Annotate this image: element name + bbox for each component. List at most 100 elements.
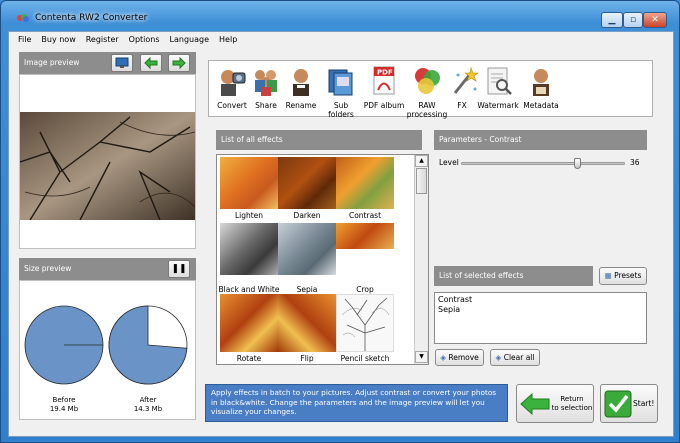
effect-label-black-and-white: Black and White	[218, 285, 280, 294]
monitor-icon	[115, 57, 129, 68]
pause-button[interactable]: ❚❚	[168, 260, 190, 278]
rename-icon	[293, 69, 309, 96]
selected-effects-list[interactable]: Contrast Sepia	[434, 292, 647, 344]
watermark-label: Watermark	[477, 101, 519, 110]
rename-button[interactable]: Rename	[283, 65, 319, 110]
effect-label-flip: Flip	[300, 354, 314, 363]
selected-effect-item[interactable]: Contrast	[438, 295, 643, 305]
parameters-header: Parameters - Contrast	[434, 130, 647, 150]
return-to-selection-button[interactable]: Return to selection	[516, 384, 594, 423]
presets-icon: ▦	[604, 271, 612, 280]
app-window: Contenta RW2 Converter ▁ ▫ ✕ File Buy now…	[0, 0, 680, 443]
effect-thumb-crop[interactable]	[336, 223, 394, 249]
menu-options[interactable]: Options	[124, 32, 165, 47]
after-label: After 14.3 Mb	[133, 396, 163, 413]
rename-label: Rename	[285, 101, 317, 110]
metadata-icon	[533, 69, 549, 96]
slider-thumb[interactable]	[574, 158, 582, 169]
effect-label-crop: Crop	[356, 285, 374, 294]
share-button[interactable]: Share	[250, 65, 282, 110]
effect-thumb-black-and-white[interactable]	[220, 223, 278, 275]
client-area: File Buy now Register Options Language Help I…	[8, 31, 674, 437]
effect-thumb-lighten[interactable]	[220, 157, 278, 209]
pdf-album-label: PDF album	[363, 101, 405, 110]
image-preview-area	[19, 74, 196, 249]
slider-track	[461, 162, 625, 165]
info-box: Apply effects in batch to your pictures.…	[205, 384, 508, 422]
size-preview-area: Before 19.4 Mb After 14.3 Mb	[19, 280, 196, 420]
level-slider[interactable]	[461, 158, 625, 169]
arrow-right-icon	[172, 56, 186, 70]
arrow-left-icon	[144, 56, 158, 70]
size-pie-charts	[24, 305, 188, 385]
effect-thumb-pencil-sketch[interactable]	[336, 294, 394, 352]
menu-buy-now[interactable]: Buy now	[36, 32, 80, 47]
effect-thumb-flip[interactable]	[278, 294, 336, 352]
watermark-button[interactable]: Watermark	[476, 65, 520, 110]
fx-button[interactable]: FX	[449, 65, 479, 110]
pdf-album-button[interactable]: PDF PDF album	[363, 65, 405, 110]
effects-scrollbar[interactable]: ▲ ▼	[414, 155, 428, 364]
maximize-button[interactable]: ▫	[623, 12, 643, 28]
effects-header: List of all effects	[216, 130, 422, 150]
effect-thumb-darken[interactable]	[278, 157, 336, 209]
menu-file[interactable]: File	[9, 32, 36, 47]
level-label: Level	[439, 158, 459, 167]
sub-folders-button[interactable]: Sub folders	[320, 65, 362, 119]
scroll-up-button[interactable]: ▲	[415, 155, 428, 167]
sub-folders-label: Sub folders	[328, 101, 354, 119]
convert-button[interactable]: Convert	[215, 65, 249, 110]
effect-thumb-rotate[interactable]	[220, 294, 278, 352]
close-button[interactable]: ✕	[643, 12, 667, 28]
raw-label: RAW	[418, 101, 436, 110]
menu-help[interactable]: Help	[214, 32, 242, 47]
menu-register[interactable]: Register	[81, 32, 124, 47]
convert-icon	[221, 70, 246, 96]
raw-icon	[415, 68, 440, 94]
metadata-label: Metadata	[523, 101, 559, 110]
convert-label: Convert	[217, 101, 247, 110]
selected-effect-item[interactable]: Sepia	[438, 305, 643, 315]
clear-all-icon: ◈	[495, 353, 502, 362]
effect-label-sepia: Sepia	[296, 285, 318, 294]
presets-button[interactable]: ▦ Presets	[599, 267, 647, 285]
pdf-icon: PDF	[373, 66, 395, 95]
pause-icon: ❚❚	[171, 264, 187, 274]
toolbar: Convert Share Rename Sub folders PDF PDF…	[208, 60, 653, 119]
effect-thumb-contrast[interactable]	[336, 157, 394, 209]
fx-label: FX	[457, 101, 467, 110]
raw-processing-button[interactable]: RAW processing	[406, 65, 448, 119]
start-button[interactable]: Start!	[600, 384, 658, 423]
share-label: Share	[255, 101, 277, 110]
arrow-left-icon	[520, 393, 550, 415]
monitor-button[interactable]	[111, 54, 133, 72]
watermark-icon	[487, 67, 512, 95]
effects-list[interactable]: Lighten Darken Contrast Black and White …	[216, 154, 429, 365]
previous-button[interactable]	[140, 54, 162, 72]
title-bar[interactable]: Contenta RW2 Converter ▁ ▫ ✕	[1, 1, 679, 29]
clear-all-label: Clear all	[503, 353, 535, 362]
app-icon	[17, 14, 29, 22]
remove-button[interactable]: ◈ Remove	[435, 349, 484, 366]
selected-effects-header: List of selected effects	[434, 266, 593, 286]
remove-icon: ◈	[440, 353, 446, 362]
menu-language[interactable]: Language	[165, 32, 214, 47]
fx-icon	[453, 66, 479, 94]
raw-label-2: processing	[406, 110, 448, 119]
svg-text:PDF: PDF	[377, 69, 393, 77]
effect-label-rotate: Rotate	[236, 354, 262, 363]
size-preview-title: Size preview	[24, 264, 72, 273]
metadata-button[interactable]: Metadata	[521, 65, 561, 110]
share-icon	[255, 70, 277, 96]
clear-all-button[interactable]: ◈ Clear all	[490, 349, 540, 366]
effect-label-pencil-sketch: Pencil sketch	[340, 354, 390, 363]
effect-thumb-sepia[interactable]	[278, 223, 336, 275]
effect-label-lighten: Lighten	[234, 211, 264, 220]
minimize-button[interactable]: ▁	[601, 12, 623, 28]
next-button[interactable]	[168, 54, 190, 72]
start-label: Start!	[633, 399, 655, 408]
scroll-thumb[interactable]	[416, 168, 427, 194]
scroll-down-button[interactable]: ▼	[415, 351, 428, 363]
effect-label-darken: Darken	[293, 211, 321, 220]
selected-effects-title: List of selected effects	[439, 271, 524, 280]
